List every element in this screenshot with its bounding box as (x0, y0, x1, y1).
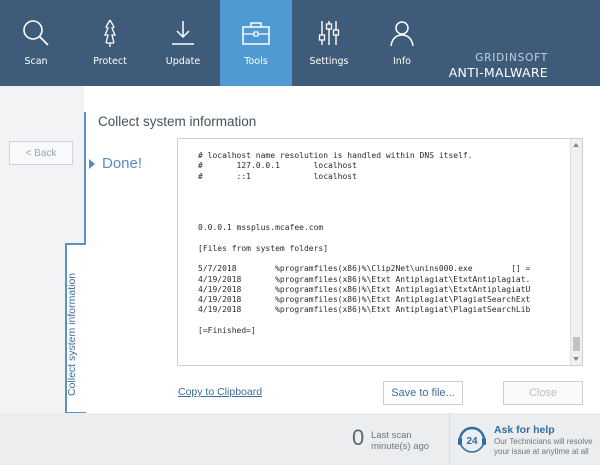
scroll-up-arrow-icon[interactable] (573, 143, 579, 147)
tab-indicator-line (84, 112, 86, 245)
log-line: [=Finished=] (198, 326, 256, 336)
nav-settings[interactable]: Settings (293, 0, 365, 86)
log-line: 4/19/2018 %programfiles(x86)%\Etxt Antip… (198, 295, 531, 305)
last-scan-label: Last scan minute(s) ago (371, 430, 429, 452)
brand-product: ANTI-MALWARE (448, 65, 548, 80)
last-scan-value: 0 (352, 425, 365, 450)
nav-scan[interactable]: Scan (0, 0, 72, 86)
nav-info-label: Info (393, 56, 411, 67)
log-line: # 127.0.0.1 localhost (198, 161, 357, 171)
search-icon (19, 16, 53, 50)
log-text: # localhost name resolution is handled w… (198, 151, 530, 336)
caret-right-icon (89, 158, 95, 169)
log-line: 0.0.0.1 mssplus.mcafee.com (198, 223, 324, 233)
nav-tools[interactable]: Tools (220, 0, 292, 93)
back-button[interactable]: < Back (9, 141, 73, 165)
top-navigation-bar: Scan Protect Update Tools Settings Info … (0, 0, 600, 93)
nav-update-label: Update (165, 56, 201, 67)
support-icon-text: 24 (466, 436, 478, 447)
nav-settings-label: Settings (309, 56, 349, 67)
status-text: Done! (102, 155, 143, 172)
sliders-icon (312, 16, 346, 50)
vertical-tab-label: Collect system information (66, 272, 78, 396)
shield-hand-icon (93, 16, 127, 50)
close-button[interactable]: Close (503, 381, 583, 405)
log-line: 4/19/2018 %programfiles(x86)%\Etxt Antip… (198, 305, 531, 315)
log-line: 4/19/2018 %programfiles(x86)%\Etxt Antip… (198, 274, 531, 284)
nav-protect-label: Protect (93, 56, 127, 67)
last-scan-line1: Last scan (371, 430, 412, 441)
nav-tools-label: Tools (244, 56, 268, 67)
ask-for-help-subtitle: Our Technicians will resolve your issue … (494, 437, 593, 456)
nav-info[interactable]: Info (366, 0, 438, 86)
copy-to-clipboard-link[interactable]: Copy to Clipboard (178, 386, 262, 398)
nav-update[interactable]: Update (147, 0, 219, 86)
log-line: # ::1 localhost (198, 171, 357, 181)
log-line: # localhost name resolution is handled w… (198, 151, 473, 160)
last-scan-line2: minute(s) ago (371, 441, 430, 452)
scroll-thumb[interactable] (573, 337, 580, 351)
log-line: 4/19/2018 %programfiles(x86)%\Etxt Antip… (198, 284, 531, 294)
vertical-scrollbar[interactable] (570, 139, 582, 365)
scroll-down-arrow-icon[interactable] (573, 357, 579, 361)
status-done: Done! (89, 155, 142, 172)
save-to-file-button[interactable]: Save to file... (383, 381, 463, 405)
nav-protect[interactable]: Protect (74, 0, 146, 86)
support-24-icon[interactable]: 24 (457, 425, 487, 455)
log-line: [Files from system folders] (198, 243, 329, 253)
log-output-box[interactable]: # localhost name resolution is handled w… (177, 138, 583, 366)
page-title: Collect system information (98, 114, 257, 129)
ask-for-help-title[interactable]: Ask for help (494, 424, 555, 436)
nav-scan-label: Scan (24, 56, 48, 67)
toolbox-icon (239, 16, 273, 50)
bottom-divider (449, 413, 450, 465)
user-icon (385, 16, 419, 50)
download-icon (166, 16, 200, 50)
log-line: 5/7/2018 %programfiles(x86)%\Clip2Net\un… (198, 264, 531, 274)
brand-name: GRIDINSOFT (475, 52, 548, 64)
